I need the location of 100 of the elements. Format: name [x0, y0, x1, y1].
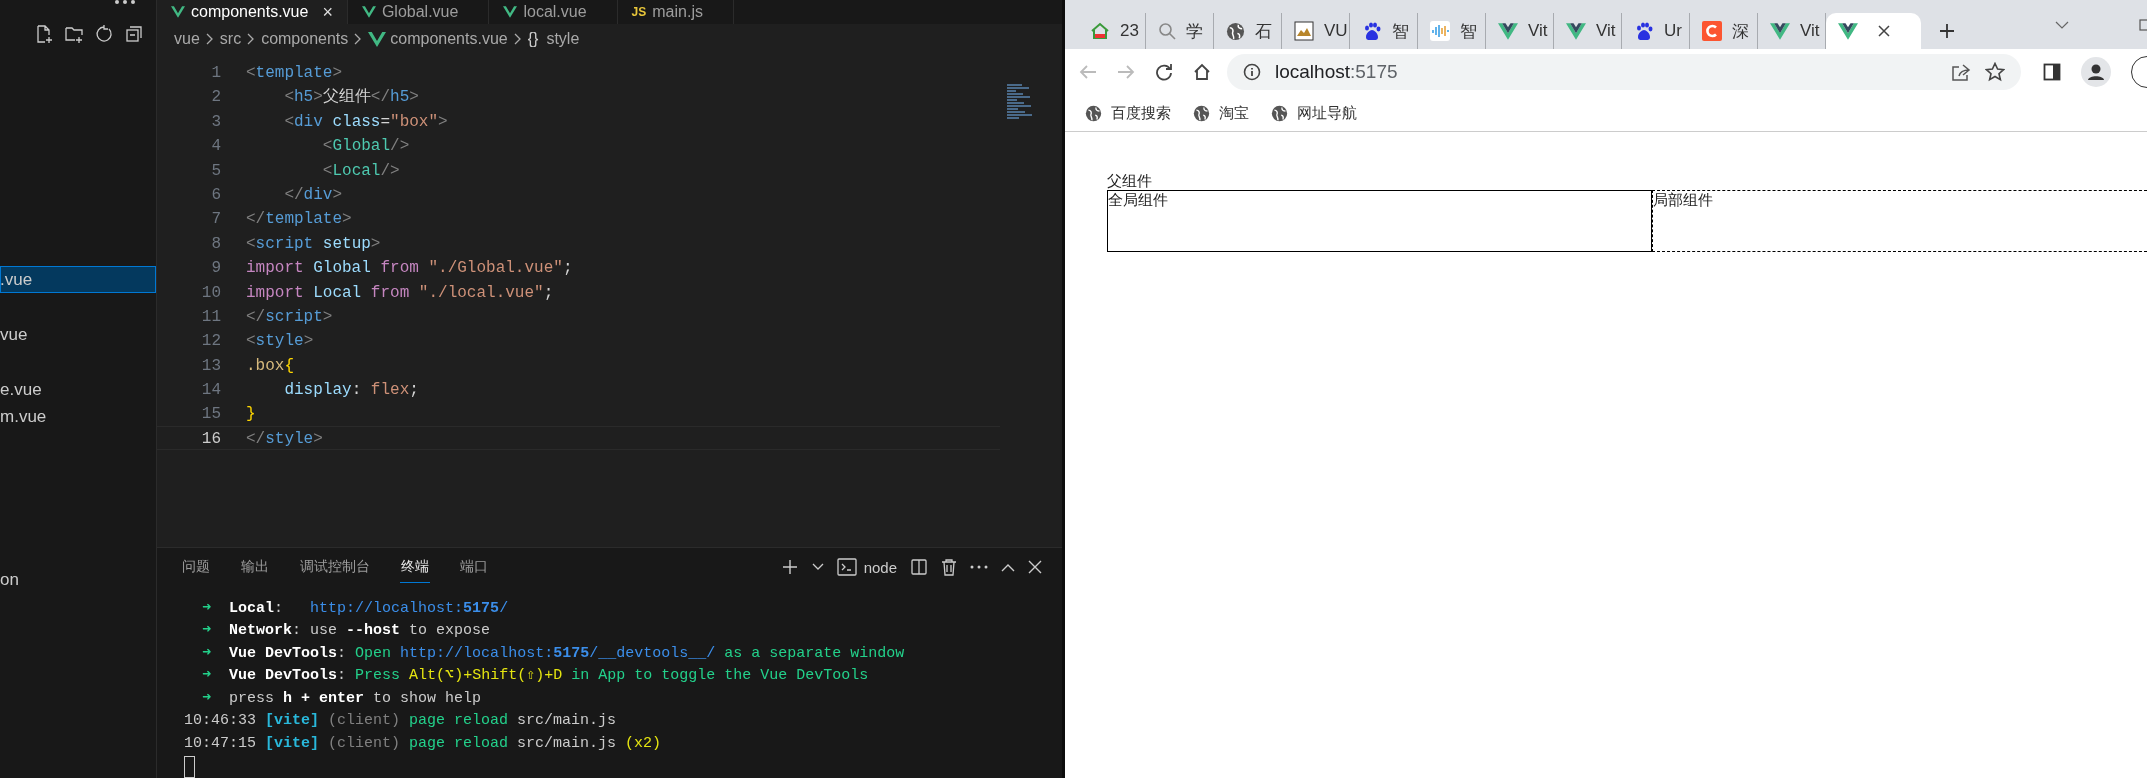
vue-logo-icon — [503, 6, 518, 18]
terminal-line: ➜ press h + enter to show help — [201, 688, 482, 709]
trash-icon[interactable] — [941, 558, 957, 577]
line-number: 14 — [200, 380, 221, 401]
terminal-line: 10:46:33 [vite] (client) page reload src/main.js — [184, 711, 617, 731]
code-line: <Local/> — [321, 160, 400, 181]
breadcrumb-item[interactable]: src — [219, 30, 242, 48]
file-item[interactable]: on — [0, 566, 156, 593]
file-item[interactable]: vue — [0, 321, 156, 348]
code-line: <script setup> — [245, 233, 381, 255]
panel-tab[interactable]: 调试控制台 — [299, 551, 371, 583]
line-number: 12 — [200, 331, 221, 352]
browser-tab[interactable]: 深 — [1690, 13, 1758, 49]
browser-tab[interactable]: 智 — [1418, 13, 1486, 49]
editor-tab[interactable]: JS main.js — [617, 0, 734, 24]
component-box: 局部组件 — [1652, 190, 2147, 252]
browser-tab[interactable]: 智 — [1350, 13, 1418, 49]
address-bar[interactable]: localhost:5175 — [1227, 54, 2021, 90]
panel-tab[interactable]: 端口 — [459, 551, 489, 583]
panel-tab[interactable]: 输出 — [240, 551, 270, 583]
maximize-icon[interactable] — [2139, 18, 2147, 31]
search-icon — [1158, 22, 1176, 40]
vue-logo-icon — [368, 31, 387, 47]
side-panel-icon[interactable] — [2043, 63, 2061, 81]
code-line: <style> — [245, 331, 314, 352]
c-logo-icon — [1702, 21, 1722, 41]
globe-icon — [1085, 104, 1102, 122]
browser-tab[interactable]: 学 — [1146, 13, 1214, 49]
breadcrumb-item[interactable]: vue — [174, 30, 200, 48]
browser-tab[interactable]: VU — [1282, 13, 1350, 49]
close-tab-icon[interactable] — [1878, 25, 1890, 37]
js-file-icon: JS — [631, 5, 647, 19]
vue-logo-icon — [1566, 22, 1586, 40]
more-icon[interactable] — [970, 565, 988, 570]
collapse-icon[interactable] — [124, 24, 144, 44]
vue-logo-icon — [1838, 22, 1858, 40]
sound-bars-icon — [1430, 21, 1450, 41]
split-icon[interactable] — [910, 558, 928, 577]
line-number: 6 — [210, 184, 221, 206]
browser-tab[interactable]: Vit — [1554, 13, 1622, 49]
terminal-line: ➜ Local: http://localhost:5175/ — [201, 598, 509, 619]
line-number: 16 — [200, 428, 221, 450]
code-line: <template> — [245, 63, 343, 84]
close-tab-icon[interactable]: × — [322, 1, 333, 23]
browser-tab[interactable]: 23 — [1078, 13, 1146, 49]
chevron-icon — [513, 33, 522, 45]
line-number: 5 — [210, 160, 221, 181]
shell-label[interactable]: node — [863, 558, 897, 576]
globe-icon — [1193, 104, 1210, 122]
paw-icon — [1362, 21, 1382, 41]
terminal-line: ➜ Network: use --host to expose — [201, 621, 491, 641]
bookmark-item[interactable]: 网址导航 — [1271, 103, 1357, 123]
editor-tab[interactable]: Global.vue — [347, 0, 490, 24]
close-icon[interactable] — [1028, 560, 1042, 575]
code-line: import Global from "./Global.vue"; — [245, 258, 573, 279]
browser-tab[interactable]: Ur — [1622, 13, 1690, 49]
line-number: 1 — [210, 63, 221, 84]
vue-logo-icon — [1498, 22, 1518, 40]
chevron-up-icon[interactable] — [1001, 562, 1015, 572]
file-item[interactable]: m.vue — [0, 403, 156, 430]
share-icon[interactable] — [1951, 63, 1971, 81]
code-line: display: flex; — [283, 380, 419, 401]
code-line: </style> — [245, 428, 323, 450]
bookmark-item[interactable]: 百度搜索 — [1085, 103, 1171, 123]
panel-tab[interactable]: 终端 — [400, 551, 430, 583]
breadcrumb-item[interactable]: {} style — [527, 30, 580, 48]
breadcrumb-item[interactable]: components.vue — [368, 30, 508, 48]
bookmark-item[interactable]: 淘宝 — [1193, 103, 1249, 123]
browser-tab[interactable]: 石 — [1214, 13, 1282, 49]
code-line: import Local from "./local.vue"; — [245, 282, 554, 303]
vue-logo-icon — [1770, 22, 1790, 40]
new-folder-icon[interactable] — [64, 24, 84, 44]
refresh-icon[interactable] — [94, 24, 114, 44]
line-number: 3 — [210, 111, 221, 133]
globe-icon — [1226, 21, 1245, 41]
minimap-drawing[interactable] — [1007, 84, 1032, 119]
file-item[interactable]: e.vue — [0, 376, 156, 403]
profile-icon[interactable] — [2081, 57, 2111, 87]
file-item[interactable]: .vue — [0, 266, 156, 293]
browser-tab[interactable]: Vit — [1486, 13, 1554, 49]
paw-icon — [1634, 21, 1654, 41]
home-icon[interactable] — [1193, 63, 1211, 81]
editor-tab[interactable]: local.vue — [489, 0, 618, 24]
info-icon[interactable] — [1243, 63, 1261, 81]
vue-logo-icon — [171, 6, 185, 18]
terminal-line: ➜ Vue DevTools: Open http://localhost:5175/__devtools__/ as a separate window — [201, 643, 905, 664]
code-line: </div> — [283, 184, 343, 206]
line-number: 4 — [210, 136, 221, 157]
panel-tab[interactable]: 问题 — [181, 551, 211, 583]
plus-icon[interactable] — [780, 558, 799, 577]
code-line: <h5>父组件</h5> — [283, 87, 419, 108]
star-icon[interactable] — [1985, 62, 2005, 82]
vue-logo-icon — [361, 6, 376, 18]
code-line: </template> — [245, 209, 352, 230]
breadcrumb-item[interactable]: components — [261, 30, 349, 48]
chevron-icon — [247, 33, 256, 45]
editor-tab[interactable]: components.vue × — [157, 0, 348, 24]
reload-icon[interactable] — [1155, 63, 1173, 81]
new-tab-icon[interactable] — [1939, 22, 1955, 39]
new-file-icon[interactable] — [34, 24, 54, 44]
